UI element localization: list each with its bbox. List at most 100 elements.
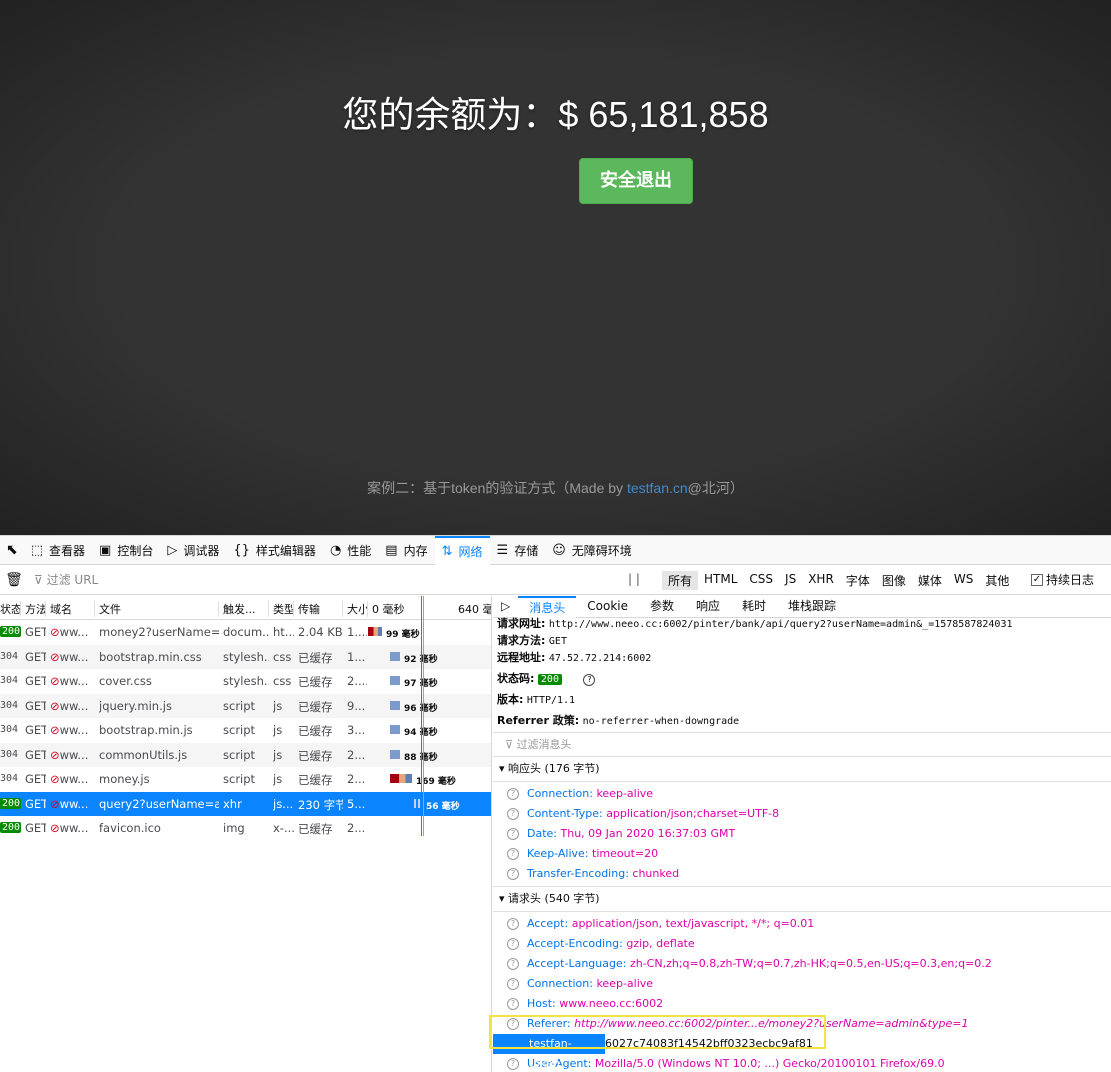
type-filter-button[interactable]: 其他 [979, 571, 1015, 590]
header-value: chunked [632, 867, 680, 880]
filter-headers-input[interactable]: ⊽ 过滤消息头 [493, 732, 1111, 756]
help-icon[interactable]: ? [583, 674, 596, 686]
table-row[interactable]: 304 GET ⊘ww... money.js script js 已缓存 2... 169 毫… [0, 767, 491, 792]
devtools-tab-0[interactable]: ⬚ 查看器 [24, 536, 92, 565]
filter-url-input[interactable]: ⊽ 过滤 URL [28, 571, 588, 588]
devtools-panel: ⬉ ⬚ 查看器 ▣ 控制台 ▷ 调试器{} 样式编辑器 ◔ 性能 ▤ 内存 ⇅ 网络 ☰ 存储 ☺ 无障碍环境 … [0, 535, 1111, 1072]
help-icon[interactable]: ? [507, 958, 519, 970]
cell-type: js... [273, 796, 294, 811]
devtools-tab-3[interactable]: {} 样式编辑器 [226, 536, 323, 565]
header-row[interactable]: ? Content-Type: application/json;charset=… [493, 804, 1111, 824]
header-row[interactable]: ? Connection: keep-alive [493, 974, 1111, 994]
devtools-tab-1[interactable]: ▣ 控制台 [92, 536, 160, 565]
table-row[interactable]: 200 GET ⊘ww... query2?userName=a... xhr js...… [0, 791, 491, 816]
help-icon[interactable]: ? [507, 788, 519, 800]
timing-bar [390, 651, 400, 661]
type-filter-button[interactable]: 图像 [876, 571, 912, 590]
column-header[interactable]: 640 毫秒 [458, 601, 491, 617]
header-row[interactable]: ? Transfer-Encoding: chunked [493, 864, 1111, 884]
type-filter-button[interactable]: CSS [743, 571, 779, 590]
timing-bar [390, 700, 400, 710]
type-filter-button[interactable]: 字体 [840, 571, 876, 590]
cell-domain: ww... [59, 821, 89, 835]
column-header[interactable]: 大小 [347, 601, 368, 617]
devtools-tab-7[interactable]: ☰ 存储 [490, 536, 546, 565]
header-row[interactable]: ? Keep-Alive: timeout=20 [493, 844, 1111, 864]
page-footer: 案例二：基于token的验证方式（Made by testfan.cn@北河） [0, 478, 1111, 498]
type-filter-button[interactable]: 所有 [662, 571, 699, 590]
table-row[interactable]: 200 GET ⊘ww... money2?userName=... docum... h… [0, 620, 491, 645]
column-header[interactable]: 类型 [273, 601, 294, 617]
cell-cause: script [223, 698, 256, 713]
help-icon[interactable]: ? [507, 1058, 519, 1070]
column-header[interactable]: 触发... [223, 601, 269, 617]
help-icon[interactable]: ? [507, 918, 519, 930]
load-line [423, 596, 424, 836]
type-filter-button[interactable]: 媒体 [912, 571, 948, 590]
table-row[interactable]: 200 GET ⊘ww... favicon.ico img x-... 已缓存 2... [0, 816, 491, 841]
help-icon[interactable]: ? [507, 938, 519, 950]
cell-size: 2... [347, 772, 366, 786]
table-row[interactable]: 304 GET ⊘ww... bootstrap.min.css stylesh... c… [0, 644, 491, 669]
cell-method: GET [25, 674, 46, 688]
request-headers-section[interactable]: ▾ 请求头 (540 字节) [493, 886, 1111, 912]
cell-file: commonUtils.js [99, 747, 188, 762]
persist-logs-checkbox[interactable]: ✓ 持续日志 [1031, 571, 1094, 588]
pause-button[interactable]: | | [628, 572, 640, 586]
column-header[interactable]: 状态 [0, 601, 21, 617]
header-row[interactable]: ? Accept: application/json, text/javascri… [493, 914, 1111, 934]
help-icon[interactable]: ? [507, 808, 519, 820]
header-row[interactable]: ? Host: www.neeo.cc:6002 [493, 994, 1111, 1014]
domain-cell: ⊘ww... [50, 625, 94, 639]
table-row[interactable]: 304 GET ⊘ww... cover.css stylesh... css 已缓存 2..… [0, 669, 491, 694]
header-row[interactable]: ? Connection: keep-alive [493, 784, 1111, 804]
help-icon[interactable]: ? [507, 998, 519, 1010]
devtools-tab-2[interactable]: ▷ 调试器 [160, 536, 226, 565]
element-picker-icon[interactable]: ⬉ [4, 536, 24, 565]
devtools-tab-4[interactable]: ◔ 性能 [323, 536, 378, 565]
domain-cell: ⊘ww... [50, 723, 94, 737]
help-icon[interactable]: ? [507, 828, 519, 840]
help-icon[interactable]: ? [507, 868, 519, 880]
user-agent-row[interactable]: ?User-Agent: Mozilla/5.0 (Windows NT 10.… [493, 1054, 1111, 1072]
insecure-icon: ⊘ [50, 772, 60, 786]
response-headers-section[interactable]: ▾ 响应头 (176 字节) [493, 756, 1111, 782]
help-icon[interactable]: ? [507, 978, 519, 990]
header-key: Accept: [527, 917, 569, 930]
tab-icon: ▤ [385, 542, 398, 558]
tab-icon: {} [233, 542, 250, 558]
table-row[interactable]: 304 GET ⊘ww... jquery.min.js script js 已缓存 9...… [0, 693, 491, 718]
help-icon[interactable]: ? [507, 848, 519, 860]
header-value: timeout=20 [592, 847, 659, 860]
footer-link[interactable]: testfan.cn [627, 480, 688, 496]
type-filter-button[interactable]: XHR [802, 571, 840, 590]
cell-method: GET [25, 821, 46, 835]
cell-transfer: 已缓存 [298, 699, 333, 714]
status-badge: 200 [537, 674, 562, 685]
column-header[interactable]: 方法 [25, 601, 46, 617]
header-row[interactable]: ? Accept-Encoding: gzip, deflate [493, 934, 1111, 954]
devtools-tab-6[interactable]: ⇅ 网络 [434, 535, 490, 565]
devtools-tab-5[interactable]: ▤ 内存 [378, 536, 434, 565]
header-row[interactable]: ? Accept-Language: zh-CN,zh;q=0.8,zh-TW;q… [493, 954, 1111, 974]
type-filter-button[interactable]: WS [948, 571, 979, 590]
column-header[interactable]: 传输 [298, 601, 343, 617]
type-filter-button[interactable]: HTML [698, 571, 743, 590]
referrer-policy: no-referrer-when-downgrade [582, 716, 740, 727]
column-header[interactable]: 域名 [50, 601, 95, 617]
tab-label: 无障碍环境 [571, 543, 632, 558]
logout-button[interactable]: 安全退出 [579, 158, 693, 204]
cell-status: 304 [0, 773, 19, 784]
type-filter-button[interactable]: JS [779, 571, 802, 590]
insecure-icon: ⊘ [50, 747, 60, 762]
column-header[interactable]: 文件 [99, 601, 219, 617]
cell-cause: script [223, 747, 256, 762]
column-header[interactable]: 0 毫秒 [372, 601, 405, 617]
balance-text: 您的余额为：$ 65,181,858 [342, 94, 769, 135]
devtools-tab-8[interactable]: ☺ 无障碍环境 [545, 536, 639, 565]
request-rows: 200 GET ⊘ww... money2?userName=... docum... h… [0, 620, 491, 841]
table-row[interactable]: 304 GET ⊘ww... bootstrap.min.js script js 已缓存 3… [0, 718, 491, 743]
trash-icon[interactable]: 🗑 [0, 572, 28, 588]
header-row[interactable]: ? Date: Thu, 09 Jan 2020 16:37:03 GMT [493, 824, 1111, 844]
table-row[interactable]: 304 GET ⊘ww... commonUtils.js script js 已缓存 2..… [0, 742, 491, 767]
